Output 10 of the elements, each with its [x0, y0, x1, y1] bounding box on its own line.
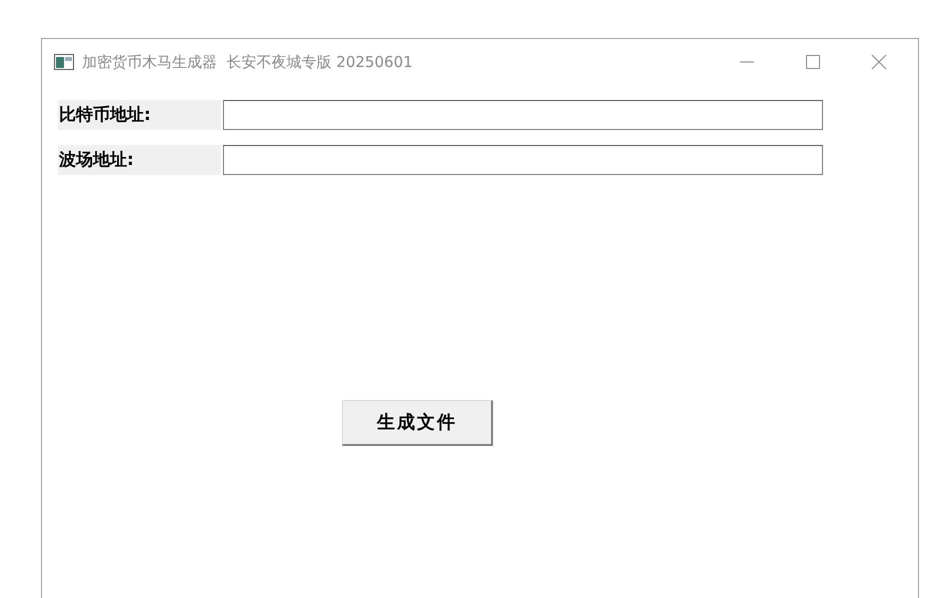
- input-field[interactable]: [223, 145, 823, 175]
- app-icon: [54, 54, 74, 70]
- minimize-icon: [740, 61, 754, 63]
- field-label: 波场地址:: [58, 145, 221, 175]
- generate-button[interactable]: 生成文件: [342, 400, 493, 446]
- window-title: 加密货币木马生成器 长安不夜城专版 20250601: [82, 52, 413, 73]
- field-label: 比特币地址:: [58, 100, 221, 130]
- input-field[interactable]: [223, 100, 823, 130]
- close-icon: [871, 54, 887, 70]
- maximize-icon: [805, 54, 821, 70]
